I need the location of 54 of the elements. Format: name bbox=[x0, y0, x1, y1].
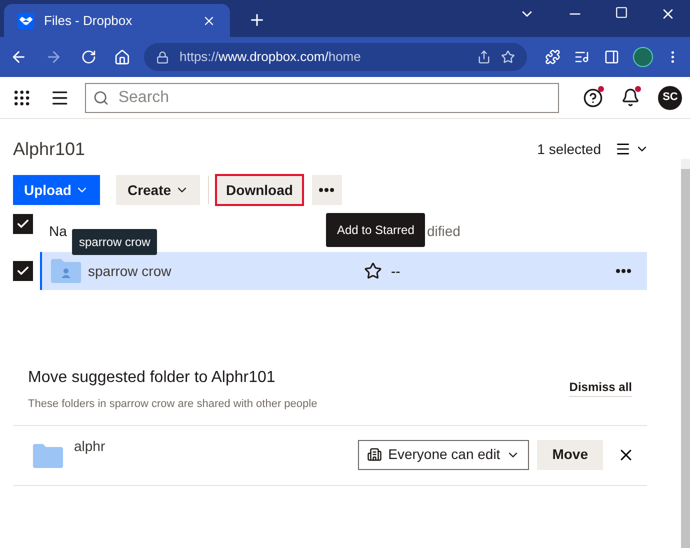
modified-cell-text: -- bbox=[391, 262, 402, 280]
folder-icon bbox=[32, 442, 64, 468]
notifications-icon[interactable] bbox=[621, 88, 640, 107]
create-button[interactable]: Create bbox=[116, 175, 200, 205]
new-tab-icon[interactable] bbox=[248, 11, 266, 29]
tooltip: Add to Starred bbox=[326, 213, 426, 247]
help-icon[interactable] bbox=[583, 88, 604, 108]
suggestion-title: Move suggested folder to Alphr101 bbox=[28, 368, 276, 388]
app-grid-icon[interactable] bbox=[12, 88, 32, 108]
tooltip: sparrow crow bbox=[72, 229, 158, 255]
search-icon bbox=[93, 90, 110, 106]
side-panel-icon[interactable] bbox=[604, 49, 620, 65]
folder-icon bbox=[50, 258, 82, 284]
check-icon bbox=[16, 264, 30, 278]
home-icon[interactable] bbox=[114, 48, 130, 66]
view-list-icon[interactable] bbox=[615, 141, 631, 157]
selection-count: 1 selected bbox=[537, 140, 601, 158]
maximize-icon[interactable] bbox=[615, 6, 628, 19]
file-row[interactable]: sparrow crow -- bbox=[40, 252, 647, 290]
user-avatar[interactable]: SC bbox=[658, 86, 682, 110]
more-actions-button[interactable] bbox=[312, 175, 342, 205]
share-icon[interactable] bbox=[476, 50, 491, 64]
suggestion-subtitle: These folders in sparrow crow are shared with other people bbox=[28, 397, 318, 412]
more-icon bbox=[319, 188, 334, 192]
check-icon bbox=[16, 217, 30, 231]
bookmark-star-icon[interactable] bbox=[500, 50, 515, 64]
folder-title: Alphr101 bbox=[13, 138, 86, 161]
lock-icon bbox=[156, 50, 170, 64]
tab-title: Files - Dropbox bbox=[44, 12, 134, 30]
upload-button[interactable]: Upload bbox=[13, 175, 100, 205]
more-icon[interactable] bbox=[616, 269, 631, 273]
permission-dropdown[interactable]: Everyone can edit bbox=[358, 440, 530, 470]
download-button[interactable]: Download bbox=[215, 174, 304, 206]
star-icon[interactable] bbox=[364, 262, 382, 280]
building-icon bbox=[367, 447, 382, 462]
checkbox[interactable] bbox=[13, 214, 33, 234]
url-text: https://www.dropbox.com/home bbox=[179, 48, 362, 66]
reload-icon[interactable] bbox=[80, 49, 96, 65]
checkbox[interactable] bbox=[13, 261, 33, 281]
search-field[interactable]: Search bbox=[85, 82, 560, 112]
media-icon[interactable] bbox=[574, 49, 590, 65]
folder-name: alphr bbox=[74, 436, 106, 456]
address-bar[interactable]: https://www.dropbox.com/home bbox=[144, 43, 527, 71]
dismiss-all-button[interactable]: Dismiss all bbox=[569, 378, 632, 397]
column-header: dified bbox=[427, 222, 460, 241]
browser-tab[interactable]: Files - Dropbox bbox=[4, 4, 230, 37]
column-header: Na bbox=[49, 222, 68, 241]
move-button[interactable]: Move bbox=[537, 440, 603, 470]
back-icon[interactable] bbox=[10, 48, 28, 66]
dropbox-logo-icon bbox=[18, 12, 34, 28]
extensions-icon[interactable] bbox=[544, 49, 560, 65]
profile-avatar[interactable] bbox=[633, 47, 653, 67]
scrollbar[interactable] bbox=[681, 159, 690, 548]
file-name[interactable]: sparrow crow bbox=[88, 260, 364, 282]
